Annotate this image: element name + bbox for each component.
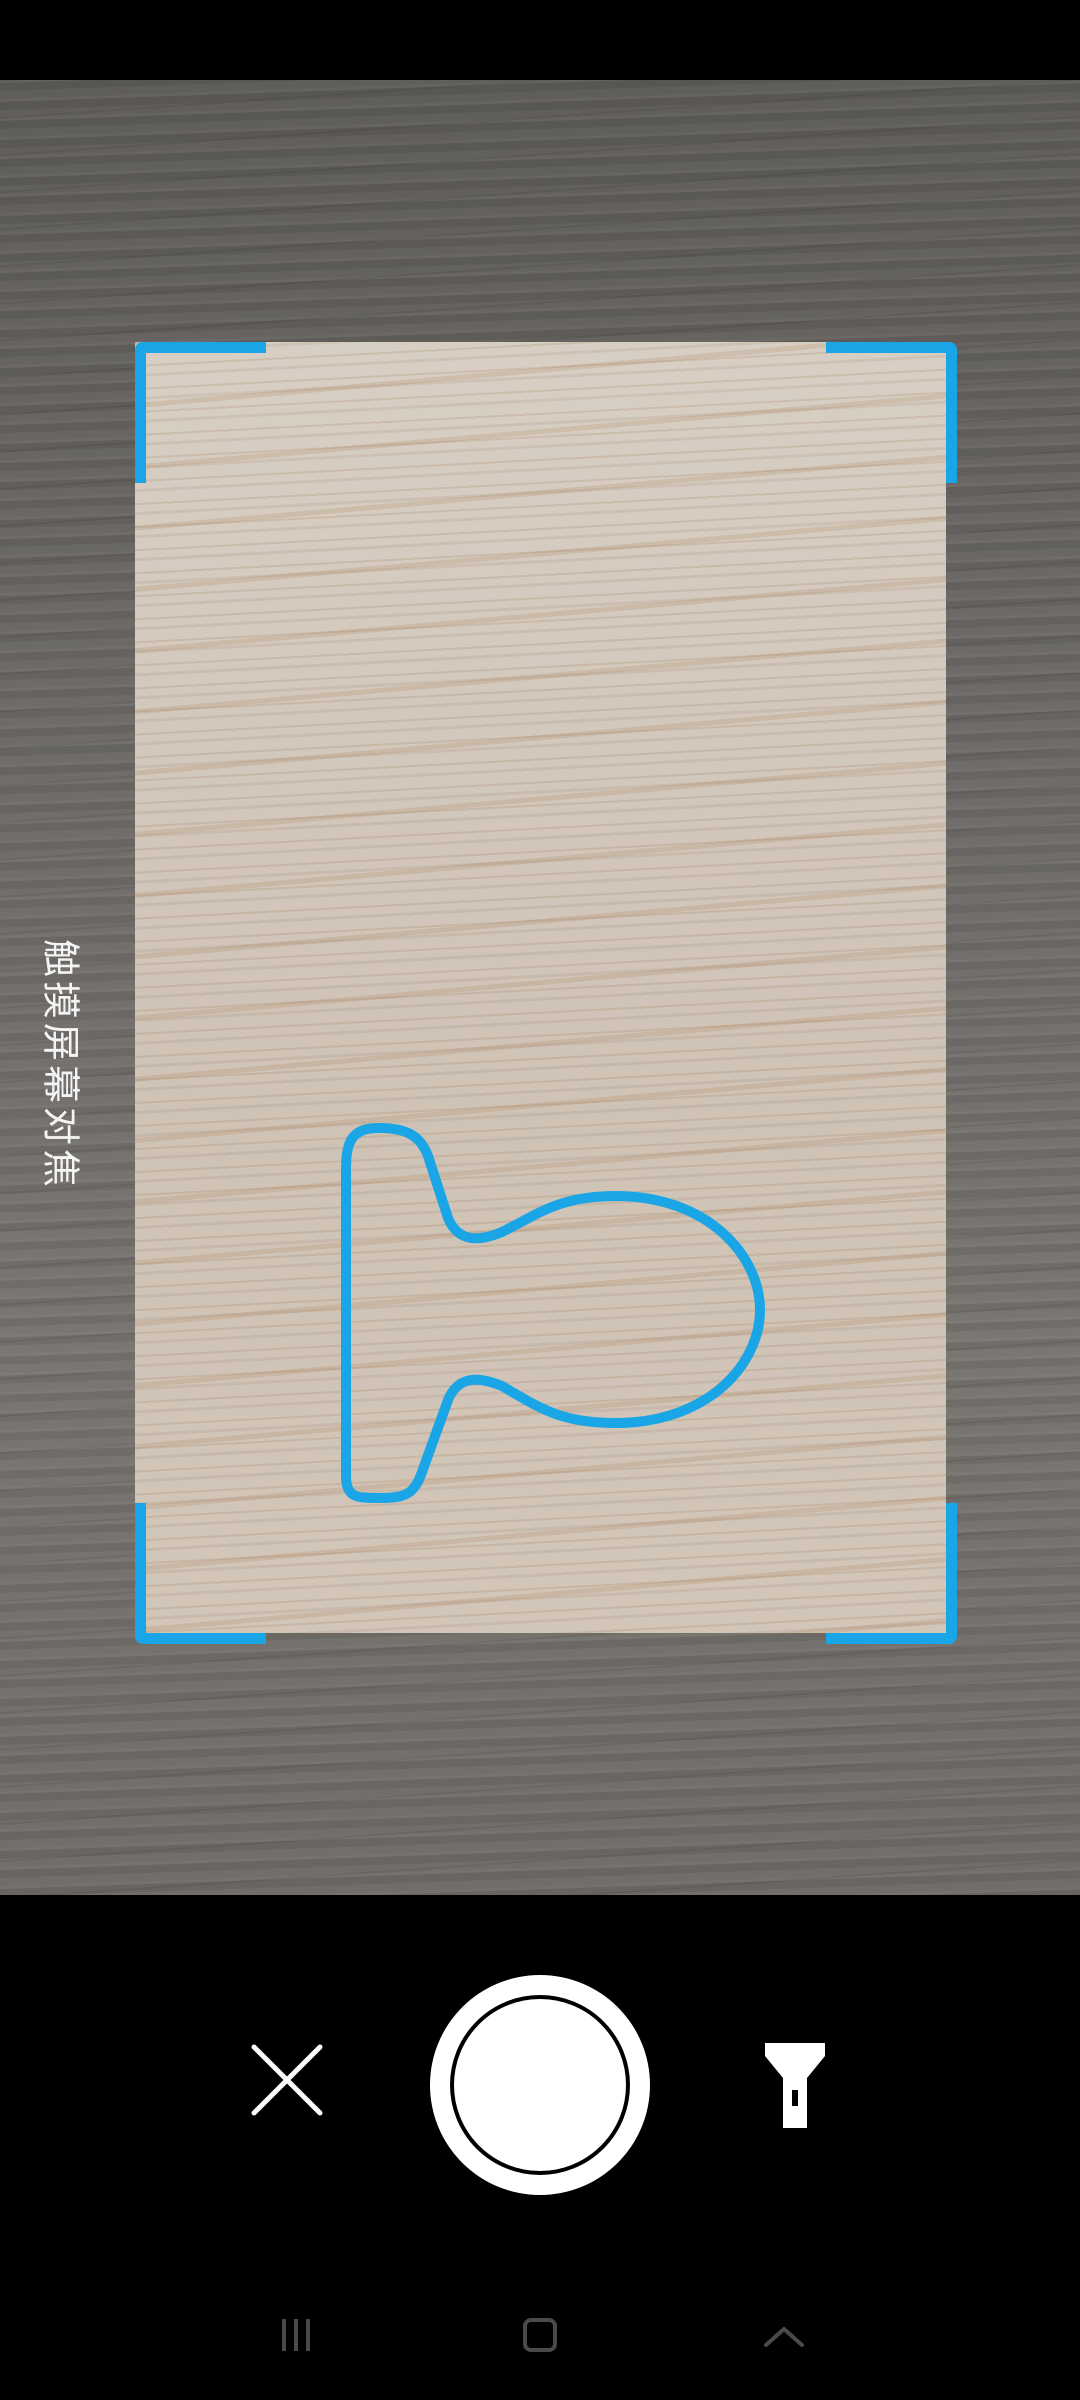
close-button[interactable] [232, 2025, 342, 2135]
home-button[interactable] [500, 2295, 580, 2375]
recents-icon [282, 2319, 310, 2351]
recents-button[interactable] [256, 2295, 336, 2375]
back-chevron-icon [764, 2327, 804, 2347]
close-icon [251, 2044, 323, 2116]
back-button[interactable] [744, 2295, 824, 2375]
focus-hint-text: 触摸屏幕对焦 [38, 938, 83, 1192]
flashlight-button[interactable] [740, 2028, 850, 2138]
camera-scan-screen: 触摸屏幕对焦 [0, 0, 1080, 2400]
key-tag-outline-icon [341, 1123, 765, 1503]
flashlight-icon [765, 2043, 825, 2128]
camera-viewfinder[interactable]: 触摸屏幕对焦 [0, 80, 1080, 1895]
system-navigation-bar [0, 2270, 1080, 2400]
shutter-button[interactable] [430, 1975, 650, 2195]
shutter-icon [450, 1995, 630, 2175]
home-icon [523, 2318, 557, 2352]
